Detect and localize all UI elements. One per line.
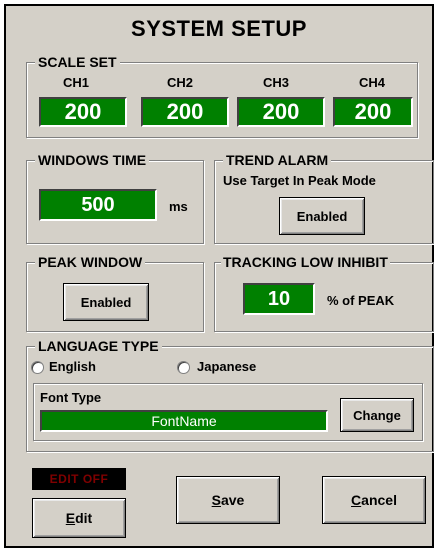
trend-alarm-enabled-button[interactable]: Enabled bbox=[279, 197, 365, 235]
font-change-button[interactable]: Change bbox=[340, 398, 414, 432]
font-name-display: FontName bbox=[40, 410, 328, 432]
save-button-label: ave bbox=[220, 492, 245, 508]
peak-window-legend: PEAK WINDOW bbox=[35, 254, 146, 270]
edit-button-label: dit bbox=[75, 510, 93, 526]
cancel-button[interactable]: Cancel bbox=[322, 476, 426, 524]
cancel-button-mnemonic: C bbox=[351, 492, 362, 508]
system-setup-dialog: SYSTEM SETUP SCALE SET CH1 CH2 CH3 CH4 2… bbox=[4, 4, 434, 548]
scale-set-group: SCALE SET CH1 CH2 CH3 CH4 200 200 200 20… bbox=[26, 54, 418, 138]
windows-time-value[interactable]: 500 bbox=[39, 189, 157, 221]
ch3-scale-value[interactable]: 200 bbox=[237, 97, 325, 127]
edit-button-mnemonic: E bbox=[65, 510, 76, 526]
edit-status-indicator: EDIT OFF bbox=[32, 468, 126, 490]
peak-window-group: PEAK WINDOW Enabled bbox=[26, 254, 204, 332]
trend-alarm-caption: Use Target In Peak Mode bbox=[223, 173, 376, 188]
edit-button[interactable]: Edit bbox=[32, 498, 126, 538]
font-type-box: Font Type FontName Change bbox=[33, 383, 423, 441]
font-type-label: Font Type bbox=[40, 390, 102, 405]
ch4-scale-value[interactable]: 200 bbox=[333, 97, 413, 127]
trend-alarm-legend: TREND ALARM bbox=[223, 152, 332, 168]
english-radio[interactable] bbox=[31, 361, 44, 374]
cancel-button-label: ancel bbox=[361, 492, 397, 508]
windows-time-unit: ms bbox=[169, 199, 188, 214]
tracking-low-inhibit-unit: % of PEAK bbox=[327, 293, 395, 308]
ch2-scale-value[interactable]: 200 bbox=[141, 97, 229, 127]
language-type-legend: LANGUAGE TYPE bbox=[35, 338, 162, 354]
tracking-low-inhibit-value[interactable]: 10 bbox=[243, 283, 315, 315]
trend-alarm-group: TREND ALARM Use Target In Peak Mode Enab… bbox=[214, 152, 434, 244]
peak-window-enabled-button[interactable]: Enabled bbox=[63, 283, 149, 321]
english-radio-label[interactable]: English bbox=[49, 359, 96, 374]
tracking-low-inhibit-legend: TRACKING LOW INHIBIT bbox=[221, 254, 390, 270]
scale-set-legend: SCALE SET bbox=[35, 54, 120, 70]
windows-time-group: WINDOWS TIME 500 ms bbox=[26, 152, 204, 244]
language-type-group: LANGUAGE TYPE English Japanese Font Type… bbox=[26, 338, 434, 452]
ch1-label: CH1 bbox=[63, 75, 90, 90]
dialog-title: SYSTEM SETUP bbox=[131, 16, 307, 41]
windows-time-legend: WINDOWS TIME bbox=[35, 152, 150, 168]
save-button[interactable]: Save bbox=[176, 476, 280, 524]
ch2-label: CH2 bbox=[167, 75, 194, 90]
ch1-scale-value[interactable]: 200 bbox=[39, 97, 127, 127]
save-button-mnemonic: S bbox=[211, 492, 221, 508]
japanese-radio[interactable] bbox=[177, 361, 190, 374]
japanese-radio-label[interactable]: Japanese bbox=[197, 359, 256, 374]
ch4-label: CH4 bbox=[359, 75, 386, 90]
tracking-low-inhibit-group: TRACKING LOW INHIBIT 10 % of PEAK bbox=[214, 254, 434, 332]
ch3-label: CH3 bbox=[263, 75, 290, 90]
